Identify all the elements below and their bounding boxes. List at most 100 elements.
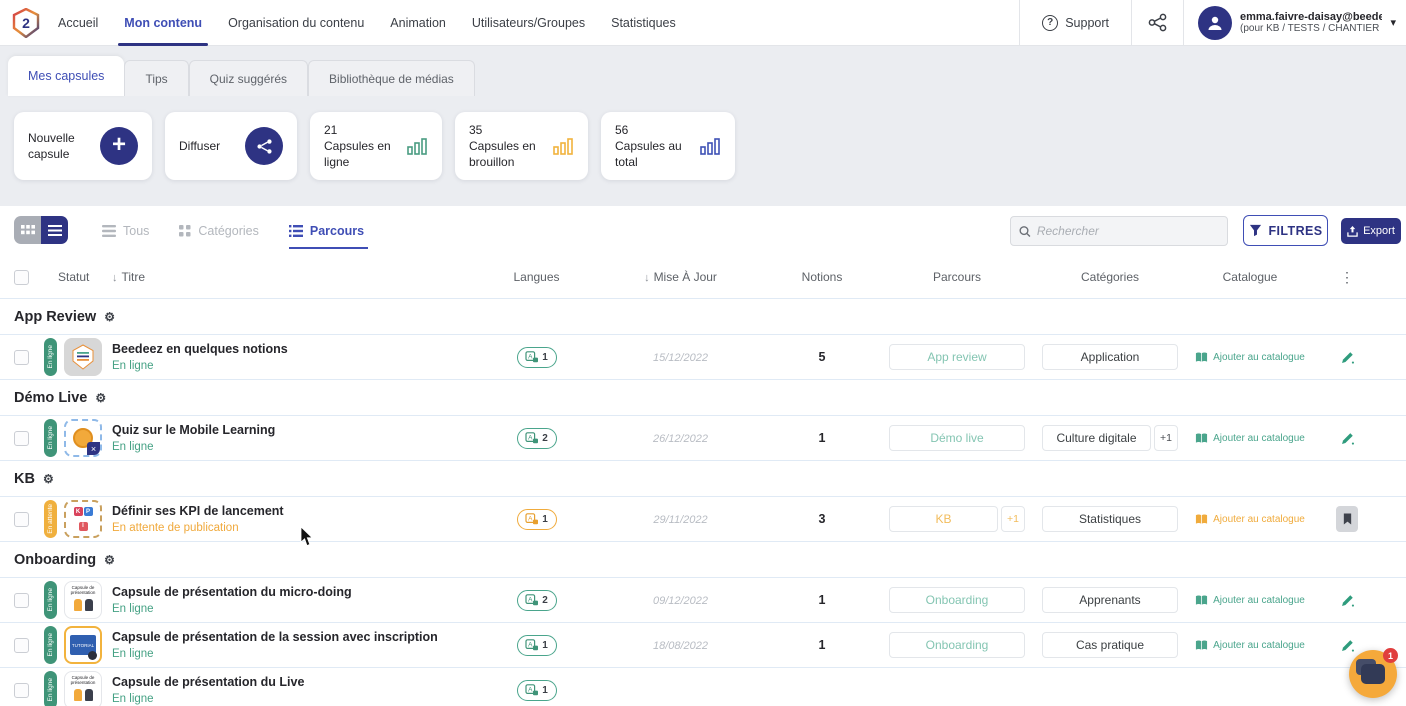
filter-tab-parcours[interactable]: Parcours: [288, 206, 369, 256]
table-row[interactable]: En ligne Beedeez en quelques notions En …: [0, 334, 1406, 379]
category-chip[interactable]: Statistiques: [1042, 506, 1178, 532]
export-button[interactable]: Export: [1341, 218, 1401, 244]
capsule-thumbnail[interactable]: ×: [64, 419, 102, 457]
nav-organisation[interactable]: Organisation du contenu: [228, 0, 364, 45]
characters-illustration: [65, 688, 101, 701]
stat-card-online[interactable]: 21 Capsules en ligne: [310, 112, 442, 180]
nav-accueil[interactable]: Accueil: [58, 0, 98, 45]
support-label: Support: [1065, 15, 1109, 30]
row-checkbox[interactable]: [14, 511, 29, 527]
nav-mon-contenu[interactable]: Mon contenu: [118, 0, 208, 46]
parcours-list-icon: [288, 225, 303, 237]
share-button[interactable]: [1132, 13, 1183, 32]
category-chip[interactable]: Apprenants: [1042, 587, 1178, 613]
chat-widget-button[interactable]: 1: [1349, 648, 1398, 698]
nav-animation[interactable]: Animation: [390, 0, 446, 45]
row-checkbox[interactable]: [14, 682, 29, 698]
parcours-chip[interactable]: KB: [889, 506, 998, 532]
new-capsule-button[interactable]: Nouvelle capsule +: [14, 112, 152, 180]
filters-button[interactable]: FILTRES: [1243, 215, 1328, 246]
gear-icon[interactable]: ⚙: [95, 391, 106, 405]
row-checkbox[interactable]: [14, 637, 29, 653]
list-filter-tabs: Tous Catégories Parcours: [102, 206, 369, 256]
search-input[interactable]: [1036, 224, 1219, 238]
capsule-thumbnail[interactable]: [64, 338, 102, 376]
row-checkbox[interactable]: [14, 592, 29, 608]
edit-icon[interactable]: [1340, 350, 1355, 365]
support-button[interactable]: ? Support: [1020, 14, 1131, 31]
add-to-catalogue-link[interactable]: Ajouter au catalogue: [1195, 639, 1305, 651]
grid-view-button[interactable]: [14, 216, 41, 244]
parcours-chip[interactable]: Démo live: [889, 425, 1025, 451]
row-checkbox[interactable]: [14, 430, 29, 446]
parcours-chip[interactable]: App review: [889, 344, 1025, 370]
table-row[interactable]: En ligne Capsule de présentation Capsule…: [0, 577, 1406, 622]
catalogue-book-icon: [1196, 352, 1208, 362]
capsule-title[interactable]: Capsule de présentation du micro-doing: [112, 585, 480, 601]
category-extra-chip[interactable]: +1: [1154, 425, 1178, 451]
diffuser-button[interactable]: Diffuser: [165, 112, 297, 180]
stat-card-draft[interactable]: 35 Capsules en brouillon: [455, 112, 588, 180]
close-icon: ×: [87, 442, 100, 455]
capsule-thumbnail[interactable]: K P I: [64, 500, 102, 538]
svg-text:A: A: [528, 687, 533, 694]
edit-icon[interactable]: [1340, 638, 1355, 653]
gear-icon[interactable]: ⚙: [43, 472, 54, 486]
category-chip[interactable]: Application: [1042, 344, 1178, 370]
characters-illustration: [65, 598, 101, 611]
row-checkbox[interactable]: [14, 349, 29, 365]
parcours-extra-chip[interactable]: +1: [1001, 506, 1025, 532]
category-chip[interactable]: Cas pratique: [1042, 632, 1178, 658]
export-label: Export: [1363, 225, 1395, 237]
capsule-title[interactable]: Définir ses KPI de lancement: [112, 504, 480, 520]
nav-statistiques[interactable]: Statistiques: [611, 0, 676, 45]
add-to-catalogue-link[interactable]: Ajouter au catalogue: [1195, 513, 1305, 525]
capsule-title[interactable]: Capsule de présentation du Live: [112, 675, 480, 691]
parcours-chip[interactable]: Onboarding: [889, 632, 1025, 658]
category-chip[interactable]: Culture digitale: [1042, 425, 1151, 451]
edit-icon[interactable]: [1340, 431, 1355, 446]
gear-icon[interactable]: ⚙: [104, 310, 115, 324]
filter-tab-categories[interactable]: Catégories: [179, 206, 259, 256]
tab-tips[interactable]: Tips: [124, 60, 189, 96]
edit-icon[interactable]: [1340, 593, 1355, 608]
capsule-title[interactable]: Beedeez en quelques notions: [112, 342, 480, 358]
sort-down-icon[interactable]: ↓: [112, 272, 118, 284]
content-tabs: Mes capsules Tips Quiz suggérés Biblioth…: [8, 56, 475, 96]
tab-quiz-suggeres[interactable]: Quiz suggérés: [188, 60, 309, 96]
capsule-status: En attente de publication: [112, 521, 239, 534]
capsule-title[interactable]: Capsule de présentation de la session av…: [112, 630, 480, 646]
tab-mes-capsules[interactable]: Mes capsules: [8, 56, 125, 96]
capsule-status: En ligne: [112, 359, 154, 372]
status-pill: En ligne: [44, 626, 57, 664]
sort-down-icon[interactable]: ↓: [644, 272, 650, 284]
capsule-thumbnail[interactable]: TUTORIAL: [64, 626, 102, 664]
parcours-chip[interactable]: Onboarding: [889, 587, 1025, 613]
capsule-title[interactable]: Quiz sur le Mobile Learning: [112, 423, 480, 439]
catalogue-book-icon: [1196, 433, 1208, 443]
chevron-down-icon[interactable]: ▾: [1390, 16, 1396, 29]
notions-count: 5: [818, 350, 826, 364]
tab-bibliotheque-medias[interactable]: Bibliothèque de médias: [308, 60, 475, 96]
account-menu[interactable]: emma.faivre-daisay@beedee... (pour KB / …: [1184, 5, 1406, 40]
list-view-button[interactable]: [41, 216, 68, 244]
table-row[interactable]: En attente K P I Définir ses KPI de lanc…: [0, 496, 1406, 541]
capsule-thumbnail[interactable]: Capsule de présentation: [64, 581, 102, 619]
add-to-catalogue-link[interactable]: Ajouter au catalogue: [1195, 594, 1305, 606]
add-to-catalogue-link[interactable]: Ajouter au catalogue: [1195, 432, 1305, 444]
gear-icon[interactable]: ⚙: [104, 553, 115, 567]
kebab-menu-icon[interactable]: ⋮: [1340, 269, 1354, 286]
nav-utilisateurs[interactable]: Utilisateurs/Groupes: [472, 0, 585, 45]
stat-card-total[interactable]: 56 Capsules au total: [601, 112, 735, 180]
capsule-thumbnail[interactable]: Capsule de présentation: [64, 671, 102, 706]
table-row[interactable]: En ligne Capsule de présentation Capsule…: [0, 667, 1406, 706]
bookmark-icon[interactable]: [1336, 506, 1358, 532]
add-to-catalogue-link[interactable]: Ajouter au catalogue: [1195, 351, 1305, 363]
table-row[interactable]: En ligne × Quiz sur le Mobile Learning E…: [0, 415, 1406, 460]
select-all-checkbox[interactable]: [14, 269, 29, 285]
table-row[interactable]: En ligne TUTORIAL Capsule de présentatio…: [0, 622, 1406, 667]
filter-tab-tous[interactable]: Tous: [102, 206, 149, 256]
beedeez-logo[interactable]: 2: [12, 7, 40, 38]
group-name: Onboarding: [14, 551, 97, 568]
updated-date: 18/08/2022: [652, 640, 709, 652]
